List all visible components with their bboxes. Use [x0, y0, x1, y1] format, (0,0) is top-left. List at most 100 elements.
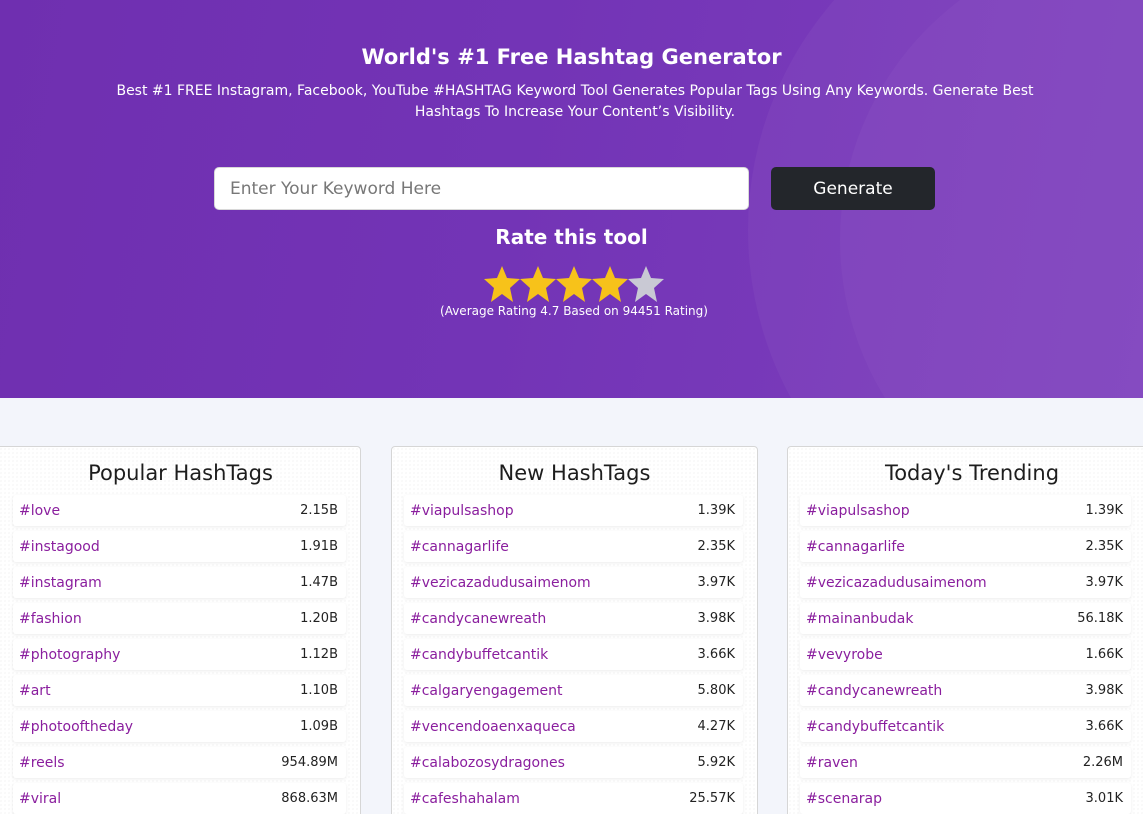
star-icon[interactable] [592, 264, 628, 304]
hashtag-link[interactable]: #love [19, 503, 60, 519]
list-item[interactable]: #candycanewreath 3.98K [800, 675, 1131, 706]
page-title: World's #1 Free Hashtag Generator [361, 45, 782, 69]
list-item[interactable]: #fashion 1.20B [13, 603, 346, 634]
hashtag-count: 1.39K [697, 503, 735, 518]
list-item[interactable]: #calgaryengagement 5.80K [404, 675, 743, 706]
hashtag-link[interactable]: #cannagarlife [410, 539, 509, 555]
list-item[interactable]: #viapulsashop 1.39K [800, 495, 1131, 526]
generate-button[interactable]: Generate [771, 167, 935, 210]
hashtag-link[interactable]: #instagood [19, 539, 100, 555]
hashtag-link[interactable]: #scenarap [806, 791, 882, 807]
card-title: New HashTags [498, 461, 651, 485]
list-item[interactable]: #calabozosydragones 5.92K [404, 747, 743, 778]
hashtag-count: 1.12B [300, 647, 338, 662]
hashtag-count: 3.97K [1085, 575, 1123, 590]
star-icon[interactable] [628, 264, 664, 304]
list-item[interactable]: #vezicazadudusaimenom 3.97K [404, 567, 743, 598]
hashtag-link[interactable]: #art [19, 683, 51, 699]
list-item[interactable]: #candybuffetcantik 3.66K [800, 711, 1131, 742]
star-icon[interactable] [520, 264, 556, 304]
hashtag-count: 1.91B [300, 539, 338, 554]
star-icon[interactable] [484, 264, 520, 304]
hashtag-count: 1.10B [300, 683, 338, 698]
list-item[interactable]: #candycanewreath 3.98K [404, 603, 743, 634]
list-item[interactable]: #vevyrobe 1.66K [800, 639, 1131, 670]
list-item[interactable]: #photooftheday 1.09B [13, 711, 346, 742]
list-item[interactable]: #vencendoaenxaqueca 4.27K [404, 711, 743, 742]
hashtag-count: 3.66K [1085, 719, 1123, 734]
list-item[interactable]: #reels 954.89M [13, 747, 346, 778]
hashtag-link[interactable]: #viapulsashop [410, 503, 514, 519]
list-item[interactable]: #cafeshahalam 25.57K [404, 783, 743, 814]
hero-banner: World's #1 Free Hashtag Generator Best #… [0, 0, 1143, 398]
hashtag-count: 1.47B [300, 575, 338, 590]
hashtag-link[interactable]: #mainanbudak [806, 611, 914, 627]
hashtag-count: 56.18K [1077, 611, 1123, 626]
card-todays-trending: Today's Trending #viapulsashop 1.39K #cann… [787, 446, 1143, 814]
list-item[interactable]: #scenarap 3.01K [800, 783, 1131, 814]
hashtag-link[interactable]: #photography [19, 647, 120, 663]
tag-list: #viapulsashop 1.39K #cannagarlife 2.35K #vez… [800, 495, 1131, 814]
list-item[interactable]: #candybuffetcantik 3.66K [404, 639, 743, 670]
hashtag-count: 2.35K [697, 539, 735, 554]
list-item[interactable]: #cannagarlife 2.35K [800, 531, 1131, 562]
hashtag-count: 3.98K [1085, 683, 1123, 698]
rating-stars [484, 264, 664, 304]
list-item[interactable]: #instagram 1.47B [13, 567, 346, 598]
tag-list: #viapulsashop 1.39K #cannagarlife 2.35K #vez… [404, 495, 743, 814]
list-item[interactable]: #viapulsashop 1.39K [404, 495, 743, 526]
list-item[interactable]: #viral 868.63M [13, 783, 346, 814]
list-item[interactable]: #vezicazadudusaimenom 3.97K [800, 567, 1131, 598]
list-item[interactable]: #art 1.10B [13, 675, 346, 706]
hashtag-link[interactable]: #fashion [19, 611, 82, 627]
hashtag-count: 3.66K [697, 647, 735, 662]
hashtag-count: 25.57K [689, 791, 735, 806]
hashtag-link[interactable]: #instagram [19, 575, 102, 591]
tag-list: #love 2.15B #instagood 1.91B #instagram 1.47B… [13, 495, 346, 814]
hashtag-count: 4.27K [697, 719, 735, 734]
hashtag-count: 5.92K [697, 755, 735, 770]
list-item[interactable]: #photography 1.12B [13, 639, 346, 670]
star-icon[interactable] [556, 264, 592, 304]
list-item[interactable]: #love 2.15B [13, 495, 346, 526]
list-item[interactable]: #instagood 1.91B [13, 531, 346, 562]
hashtag-count: 2.15B [300, 503, 338, 518]
hashtag-link[interactable]: #cafeshahalam [410, 791, 520, 807]
hashtag-link[interactable]: #raven [806, 755, 858, 771]
card-title: Today's Trending [884, 461, 1060, 485]
card-new-hashtags: New HashTags #viapulsashop 1.39K #cannagar… [391, 446, 758, 814]
hashtag-link[interactable]: #candybuffetcantik [806, 719, 944, 735]
list-item[interactable]: #mainanbudak 56.18K [800, 603, 1131, 634]
hashtag-link[interactable]: #viral [19, 791, 61, 807]
hashtag-count: 3.97K [697, 575, 735, 590]
hashtag-link[interactable]: #vezicazadudusaimenom [410, 575, 591, 591]
hashtag-link[interactable]: #candybuffetcantik [410, 647, 548, 663]
hashtag-count: 1.66K [1085, 647, 1123, 662]
hashtag-count: 868.63M [281, 791, 338, 806]
hashtag-link[interactable]: #calgaryengagement [410, 683, 562, 699]
hashtag-link[interactable]: #viapulsashop [806, 503, 910, 519]
hashtag-count: 2.35K [1085, 539, 1123, 554]
list-item[interactable]: #raven 2.26M [800, 747, 1131, 778]
hashtag-count: 3.98K [697, 611, 735, 626]
hashtag-count: 1.20B [300, 611, 338, 626]
card-title: Popular HashTags [88, 461, 273, 485]
hashtag-link[interactable]: #vezicazadudusaimenom [806, 575, 987, 591]
keyword-input[interactable] [214, 167, 749, 210]
hashtag-link[interactable]: #vevyrobe [806, 647, 883, 663]
hashtag-link[interactable]: #candycanewreath [410, 611, 546, 627]
list-item[interactable]: #cannagarlife 2.35K [404, 531, 743, 562]
hashtag-link[interactable]: #candycanewreath [806, 683, 942, 699]
rating-note: (Average Rating 4.7 Based on 94451 Ratin… [440, 304, 708, 318]
hashtag-link[interactable]: #calabozosydragones [410, 755, 565, 771]
hashtag-link[interactable]: #reels [19, 755, 65, 771]
hashtag-count: 1.09B [300, 719, 338, 734]
page-subtitle: Best #1 FREE Instagram, Facebook, YouTub… [116, 83, 1034, 120]
hashtag-link[interactable]: #vencendoaenxaqueca [410, 719, 576, 735]
hashtag-count: 2.26M [1082, 755, 1123, 770]
hashtag-link[interactable]: #cannagarlife [806, 539, 905, 555]
hashtag-link[interactable]: #photooftheday [19, 719, 133, 735]
hashtag-count: 954.89M [281, 755, 338, 770]
hashtag-count: 5.80K [697, 683, 735, 698]
rate-title: Rate this tool [495, 225, 648, 249]
